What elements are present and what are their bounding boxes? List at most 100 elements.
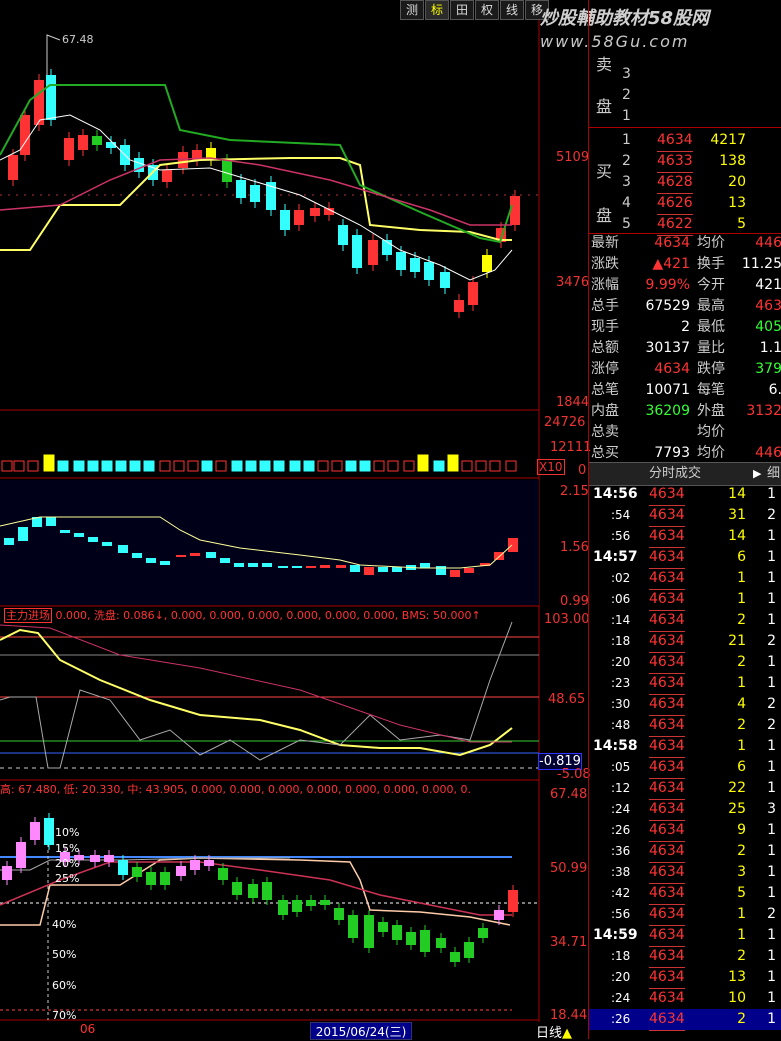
- trade-time: :48: [611, 718, 631, 732]
- trade-count: 1: [767, 528, 776, 544]
- buy-level-row[interactable]: 4 4626 13: [589, 193, 781, 215]
- rights-button[interactable]: 权: [475, 0, 499, 20]
- trade-row[interactable]: 14:56 4634 14 1: [589, 484, 781, 506]
- trade-row[interactable]: :54 4634 31 2: [589, 505, 781, 527]
- cycle-selector[interactable]: 日线▲: [536, 1022, 572, 1041]
- grid-button[interactable]: 田: [450, 0, 474, 20]
- trade-row[interactable]: :05 4634 6 1: [589, 757, 781, 779]
- trade-row[interactable]: :20 4634 13 1: [589, 967, 781, 989]
- quote-label: 最低: [697, 319, 725, 335]
- mid-candle: [146, 558, 156, 563]
- play-icon[interactable]: ▶: [753, 463, 761, 485]
- trade-price: 4634: [649, 967, 685, 989]
- trade-row[interactable]: :26 4634 9 1: [589, 820, 781, 842]
- price-candle: [368, 240, 378, 265]
- trade-price: 4634: [649, 484, 685, 506]
- trade-row[interactable]: :38 4634 3 1: [589, 862, 781, 884]
- kline-chart-area[interactable]: 5109 3476 1844 67.48 24726 12111 0 X10 2…: [0, 0, 591, 1039]
- volume-bar: [489, 460, 501, 472]
- trade-row[interactable]: :26 4634 2 1: [589, 1009, 781, 1031]
- trade-row[interactable]: :02 4634 1 1: [589, 568, 781, 590]
- quote-value: 4634: [654, 235, 690, 251]
- volume-bar: [101, 460, 113, 472]
- trade-volume: 13: [728, 969, 746, 985]
- trade-row[interactable]: :20 4634 2 1: [589, 652, 781, 674]
- trade-row[interactable]: 14:57 4634 6 1: [589, 547, 781, 569]
- trade-time: :26: [611, 823, 631, 837]
- trade-row[interactable]: :24 4634 10 1: [589, 988, 781, 1010]
- quote-value: 463: [755, 298, 781, 314]
- kline-chart-svg[interactable]: [0, 0, 588, 1039]
- ind2-candle: [478, 928, 488, 938]
- trade-volume: 2: [737, 717, 746, 733]
- trade-price: 4634: [649, 547, 685, 569]
- trade-row[interactable]: :42 4634 5 1: [589, 883, 781, 905]
- trade-row[interactable]: 14:58 4634 1 1: [589, 736, 781, 758]
- quote-row: 涨跌 ▲421 换手 11.25: [589, 254, 781, 275]
- mid-candle: [60, 530, 70, 533]
- volume-bar: [289, 460, 301, 472]
- measure-button[interactable]: 测: [400, 0, 424, 20]
- trade-row[interactable]: :18 4634 2 1: [589, 946, 781, 968]
- trade-row[interactable]: :06 4634 1 1: [589, 589, 781, 611]
- trade-detail-title[interactable]: 分时成交: [649, 463, 701, 485]
- price-candle: [8, 155, 18, 180]
- trade-row[interactable]: :14 4634 2 1: [589, 610, 781, 632]
- volume-unit-badge: X10: [537, 459, 565, 475]
- buy-volume: 138: [719, 153, 746, 169]
- trade-volume: 6: [737, 549, 746, 565]
- mid-candle: [420, 563, 430, 568]
- line-button[interactable]: 线: [500, 0, 524, 20]
- trade-count: 1: [767, 864, 776, 880]
- quote-label: 现手: [591, 319, 619, 335]
- trade-row[interactable]: :48 4634 2 2: [589, 715, 781, 737]
- indicator2-axis-tick: 18.44: [550, 1008, 588, 1023]
- trade-row[interactable]: 14:59 4634 1 1: [589, 925, 781, 947]
- trade-row[interactable]: :23 4634 1 1: [589, 673, 781, 695]
- trade-time: :12: [611, 781, 631, 795]
- trade-row[interactable]: :24 4634 25 3: [589, 799, 781, 821]
- trade-row[interactable]: :36 4634 2 1: [589, 841, 781, 863]
- volume-bar: [201, 460, 213, 472]
- buy-price: 4633: [657, 151, 693, 173]
- trade-detail-more[interactable]: 细: [767, 463, 780, 485]
- trade-price: 4634: [649, 631, 685, 653]
- mark-button[interactable]: 标: [425, 0, 449, 20]
- price-candle: [178, 152, 188, 168]
- trade-row[interactable]: :12 4634 22 1: [589, 778, 781, 800]
- trade-time: :54: [611, 508, 631, 522]
- price-candle: [222, 160, 232, 182]
- price-candle: [280, 210, 290, 230]
- trade-volume: 14: [728, 486, 746, 502]
- indicator1-axis-tick: 103.00: [544, 612, 590, 627]
- trade-row[interactable]: :30 4634 4 2: [589, 694, 781, 716]
- trade-count: 1: [767, 486, 776, 502]
- buy-level-row[interactable]: 1 4634 4217: [589, 130, 781, 152]
- ind2-candle: [364, 915, 374, 948]
- trade-volume: 6: [737, 759, 746, 775]
- trade-time: :38: [611, 865, 631, 879]
- trade-row[interactable]: :18 4634 21 2: [589, 631, 781, 653]
- trade-row[interactable]: :56 4634 1 2: [589, 904, 781, 926]
- buy-level-row[interactable]: 2 4633 138: [589, 151, 781, 173]
- trade-time: :20: [611, 655, 631, 669]
- trade-count: 1: [767, 885, 776, 901]
- quote-label: 换手: [697, 256, 725, 272]
- ind2-candle: [248, 884, 258, 898]
- ma-green-line: [0, 84, 513, 244]
- mid-candle: [118, 545, 128, 553]
- quote-label: 内盘: [591, 403, 619, 419]
- mid-axis-tick: 1.56: [560, 540, 589, 555]
- pct-label: 50%: [52, 948, 77, 961]
- ind1-yellow-line: [0, 628, 513, 757]
- quote-row: 总卖 均价: [589, 422, 781, 443]
- trade-row[interactable]: :56 4634 14 1: [589, 526, 781, 548]
- quote-row: 总手 67529 最高 463: [589, 296, 781, 317]
- buy-level-row[interactable]: 5 4622 5: [589, 214, 781, 236]
- buy-level-row[interactable]: 3 4628 20: [589, 172, 781, 194]
- trade-count: 1: [767, 654, 776, 670]
- mid-candle: [262, 563, 272, 567]
- indicator1-title[interactable]: 主力进场: [4, 608, 52, 623]
- price-candle: [162, 170, 172, 182]
- ind2-candle: [392, 925, 402, 940]
